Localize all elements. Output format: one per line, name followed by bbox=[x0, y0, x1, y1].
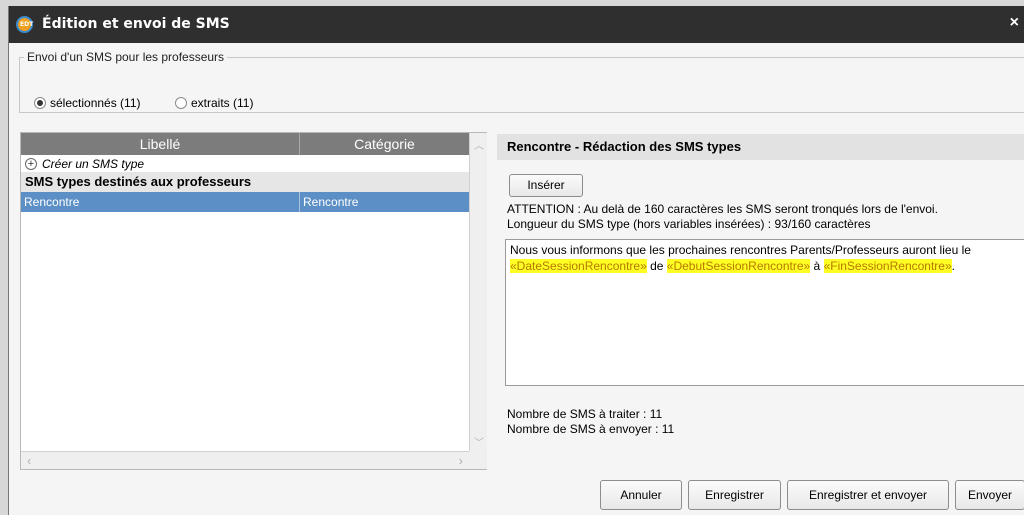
create-sms-type-row[interactable]: + Créer un SMS type bbox=[21, 155, 469, 172]
message-separator: de bbox=[646, 259, 667, 273]
scroll-left-icon[interactable]: ‹ bbox=[27, 453, 31, 468]
radio-selected[interactable]: sélectionnés (11) bbox=[34, 96, 141, 110]
title-bar: EDT Édition et envoi de SMS × bbox=[9, 6, 1024, 43]
save-and-send-button[interactable]: Enregistrer et envoyer bbox=[787, 480, 949, 510]
send-button[interactable]: Envoyer bbox=[955, 480, 1024, 510]
sms-length-info: Longueur du SMS type (hors variables ins… bbox=[507, 217, 871, 231]
cell-categorie: Rencontre bbox=[303, 195, 359, 209]
recipients-group: Envoi d'un SMS pour les professeurs séle… bbox=[19, 50, 1024, 113]
editor-title: Rencontre - Rédaction des SMS types bbox=[497, 134, 1024, 160]
recipients-legend: Envoi d'un SMS pour les professeurs bbox=[27, 50, 225, 64]
group-header-teachers: SMS types destinés aux professeurs bbox=[21, 172, 469, 192]
radio-checked-icon[interactable] bbox=[34, 97, 46, 109]
cancel-button[interactable]: Annuler bbox=[600, 480, 682, 510]
sms-message-editor[interactable]: Nous vous informons que les prochaines r… bbox=[505, 239, 1024, 386]
message-text: Nous vous informons que les prochaines r… bbox=[510, 243, 971, 257]
scroll-up-icon[interactable]: ︿ bbox=[474, 137, 484, 152]
radio-selected-label: sélectionnés (11) bbox=[50, 96, 141, 110]
create-sms-type-label: Créer un SMS type bbox=[42, 156, 145, 171]
list-header: Libellé Catégorie bbox=[21, 133, 469, 155]
scroll-right-icon[interactable]: › bbox=[459, 453, 463, 468]
radio-extracted-label: extraits (11) bbox=[191, 96, 254, 110]
sms-to-process-count: Nombre de SMS à traiter : 11 bbox=[507, 407, 663, 421]
variable-date-session[interactable]: «DateSessionRencontre» bbox=[510, 259, 647, 273]
radio-extracted[interactable]: extraits (11) bbox=[175, 96, 253, 110]
column-header-libelle[interactable]: Libellé bbox=[21, 133, 300, 155]
insert-button[interactable]: Insérer bbox=[509, 174, 583, 197]
save-button[interactable]: Enregistrer bbox=[688, 480, 781, 510]
column-header-categorie[interactable]: Catégorie bbox=[300, 133, 469, 155]
scroll-down-icon[interactable]: ﹀ bbox=[474, 434, 484, 449]
sms-editor-panel: Rencontre - Rédaction des SMS types Insé… bbox=[497, 132, 1024, 472]
scrollbar-corner bbox=[469, 451, 487, 469]
window-title: Édition et envoi de SMS bbox=[42, 16, 230, 32]
horizontal-scrollbar[interactable]: ‹ › bbox=[21, 451, 469, 469]
message-end: . bbox=[951, 259, 955, 273]
radio-unchecked-icon[interactable] bbox=[175, 97, 187, 109]
truncation-warning: ATTENTION : Au delà de 160 caractères le… bbox=[507, 202, 938, 216]
message-separator: à bbox=[810, 259, 824, 273]
sms-type-list: Libellé Catégorie + Créer un SMS type SM… bbox=[20, 132, 487, 470]
variable-debut-session[interactable]: «DebutSessionRencontre» bbox=[666, 259, 811, 273]
variable-fin-session[interactable]: «FinSessionRencontre» bbox=[823, 259, 952, 273]
edt-logo-icon: EDT bbox=[16, 16, 33, 33]
cell-libelle: Rencontre bbox=[21, 192, 300, 212]
sms-to-send-count: Nombre de SMS à envoyer : 11 bbox=[507, 422, 675, 436]
plus-circle-icon[interactable]: + bbox=[25, 157, 37, 170]
sms-dialog: EDT Édition et envoi de SMS × Envoi d'un… bbox=[8, 6, 1024, 515]
close-icon[interactable]: × bbox=[1010, 14, 1019, 32]
list-row-rencontre[interactable]: Rencontre Rencontre bbox=[21, 192, 469, 212]
vertical-scrollbar[interactable]: ︿ ﹀ bbox=[469, 133, 487, 451]
